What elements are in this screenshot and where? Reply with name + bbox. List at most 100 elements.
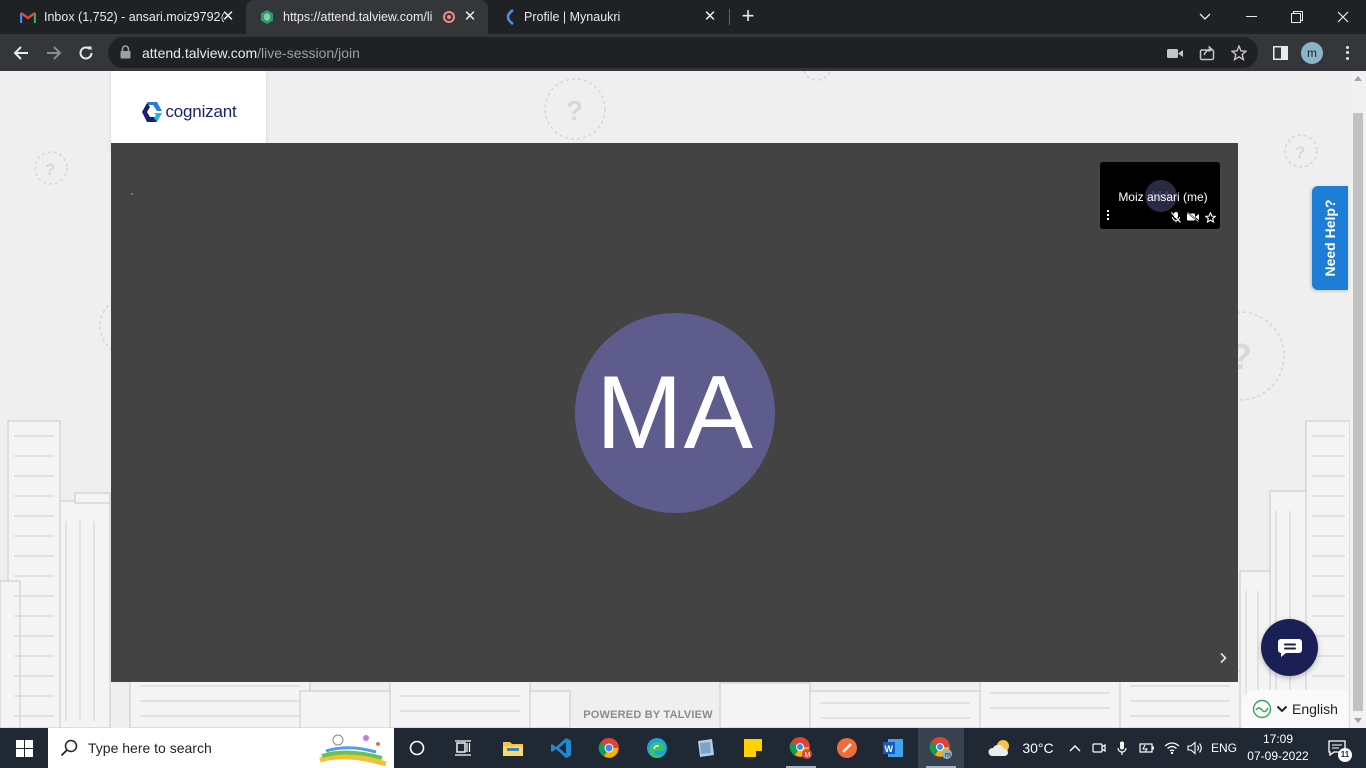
search-highlight-art: [319, 734, 387, 766]
svg-text:M: M: [805, 752, 811, 759]
taskbar-search-box[interactable]: Type here to search: [48, 728, 394, 768]
input-language-indicator[interactable]: ENG: [1208, 728, 1240, 768]
language-selector[interactable]: English: [1242, 690, 1348, 728]
language-label: English: [1292, 701, 1338, 717]
tab-search-button[interactable]: [1182, 0, 1228, 34]
clock-time: 17:09: [1262, 732, 1294, 746]
address-bar[interactable]: attend.talview.com/live-session/join: [108, 37, 1258, 68]
tab-title: Profile | Mynaukri: [524, 10, 621, 24]
chrome-icon[interactable]: [586, 728, 632, 768]
recording-icon: [443, 11, 455, 23]
camera-tray-icon[interactable]: [1090, 728, 1108, 768]
pin-star-icon[interactable]: [1204, 211, 1216, 223]
chrome-active-window-icon[interactable]: m: [918, 728, 964, 768]
gmail-icon: [20, 9, 36, 25]
task-view-button[interactable]: [440, 728, 486, 768]
windows-logo-icon: [15, 739, 33, 757]
minimize-button[interactable]: [1228, 0, 1274, 34]
page-viewport: ? ? ? ? cognizant MA MA Moiz ansari (me)…: [0, 71, 1350, 728]
reload-button[interactable]: [73, 40, 99, 66]
search-icon: [60, 739, 78, 757]
naukri-icon: [500, 9, 516, 25]
cloud-sun-icon: [988, 740, 1010, 756]
lock-icon[interactable]: [120, 45, 131, 64]
tab-title: https://attend.talview.com/li: [283, 10, 433, 24]
chevron-right-icon[interactable]: [1217, 652, 1229, 664]
taskbar-clock[interactable]: 17:09 07-09-2022: [1240, 731, 1316, 765]
chevron-down-icon: [1276, 705, 1288, 713]
self-video-tile[interactable]: MA Moiz ansari (me): [1100, 162, 1220, 229]
chat-icon: [1277, 638, 1302, 657]
new-tab-button[interactable]: +: [736, 5, 760, 29]
camera-off-icon[interactable]: [1187, 211, 1199, 223]
need-help-label: Need Help?: [1322, 199, 1338, 277]
microphone-tray-icon[interactable]: [1113, 728, 1131, 768]
chat-button[interactable]: [1261, 619, 1318, 676]
windows-taskbar: Type here to search M W m 30°C ENG 17:09…: [0, 728, 1366, 768]
svg-text:?: ?: [566, 95, 583, 126]
camera-in-use-icon[interactable]: [1166, 44, 1184, 62]
tab-separator: [729, 9, 730, 25]
search-placeholder: Type here to search: [88, 740, 212, 756]
notes-app-icon[interactable]: [682, 728, 728, 768]
scroll-down-icon[interactable]: [1354, 716, 1362, 724]
page-scrollbar[interactable]: [1350, 71, 1366, 728]
url-domain: attend.talview.com: [142, 45, 258, 61]
start-button[interactable]: [0, 728, 48, 768]
talview-icon: [259, 9, 275, 25]
tab-title: Inbox (1,752) - ansari.moiz9792@: [44, 10, 224, 24]
bookmark-star-icon[interactable]: [1230, 44, 1248, 62]
battery-icon[interactable]: [1137, 728, 1157, 768]
chrome-profile-icon[interactable]: M: [778, 728, 824, 768]
forward-button[interactable]: [41, 40, 67, 66]
volume-icon[interactable]: [1185, 728, 1205, 768]
notification-center-button[interactable]: 11: [1320, 728, 1354, 768]
tab-talview[interactable]: https://attend.talview.com/li ✕: [246, 0, 488, 34]
scrollbar-thumb[interactable]: [1353, 113, 1363, 711]
sticky-notes-icon[interactable]: [730, 728, 776, 768]
wifi-icon[interactable]: [1162, 728, 1182, 768]
orange-app-icon[interactable]: [824, 728, 870, 768]
svg-text:m: m: [945, 752, 951, 759]
url-text[interactable]: attend.talview.com/live-session/join: [142, 45, 360, 61]
notification-count-badge: 11: [1338, 748, 1352, 762]
svg-text:?: ?: [1295, 143, 1305, 162]
cognizant-logo: cognizant: [141, 101, 237, 122]
svg-text:?: ?: [45, 160, 55, 179]
close-tab-icon[interactable]: ✕: [220, 9, 236, 25]
video-stage: MA MA Moiz ansari (me): [111, 143, 1238, 682]
need-help-button[interactable]: Need Help?: [1312, 186, 1348, 290]
tab-gmail[interactable]: Inbox (1,752) - ansari.moiz9792@ ✕: [0, 0, 246, 34]
tile-menu-icon[interactable]: [1107, 210, 1111, 220]
word-icon[interactable]: W: [870, 728, 916, 768]
edge-icon[interactable]: [634, 728, 680, 768]
browser-menu-icon[interactable]: [1337, 42, 1357, 64]
file-explorer-icon[interactable]: [490, 728, 536, 768]
restore-button[interactable]: [1274, 0, 1320, 34]
weather-temp: 30°C: [1022, 740, 1054, 756]
mic-muted-icon[interactable]: [1170, 211, 1182, 223]
share-icon[interactable]: [1198, 44, 1216, 62]
show-hidden-icons-button[interactable]: [1066, 728, 1084, 768]
weather-widget[interactable]: 30°C: [986, 728, 1056, 768]
company-logo-card: cognizant: [111, 71, 266, 152]
task-view-cortana-button[interactable]: [394, 728, 440, 768]
back-button[interactable]: [8, 40, 34, 66]
powered-by-label: POWERED BY TALVIEW: [583, 709, 713, 721]
tab-naukri[interactable]: Profile | Mynaukri ✕: [488, 0, 728, 34]
logo-text: cognizant: [165, 101, 237, 121]
browser-toolbar: attend.talview.com/live-session/join m: [0, 34, 1366, 71]
main-participant-avatar: MA: [575, 313, 775, 513]
scroll-up-icon[interactable]: [1354, 75, 1362, 83]
vscode-icon[interactable]: [538, 728, 584, 768]
close-window-button[interactable]: [1320, 0, 1366, 34]
stage-artifact: [131, 193, 133, 195]
url-path: /live-session/join: [257, 45, 360, 61]
browser-tab-strip: Inbox (1,752) - ansari.moiz9792@ ✕ https…: [0, 0, 1366, 34]
globe-icon: [1252, 699, 1272, 719]
cognizant-mark-icon: [141, 101, 162, 122]
profile-avatar[interactable]: m: [1301, 42, 1323, 64]
close-tab-icon[interactable]: ✕: [462, 9, 478, 25]
side-panel-icon[interactable]: [1270, 43, 1290, 63]
close-tab-icon[interactable]: ✕: [702, 9, 718, 25]
